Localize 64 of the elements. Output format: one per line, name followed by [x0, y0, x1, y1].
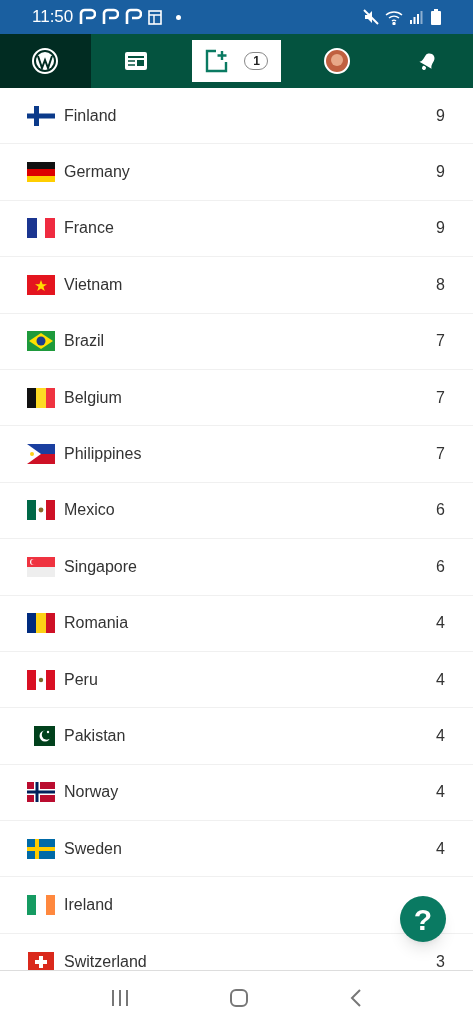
signal-icon — [409, 10, 423, 24]
country-name: Mexico — [64, 500, 115, 521]
country-name: Romania — [64, 613, 129, 634]
flag-icon — [27, 105, 55, 126]
home-button[interactable] — [229, 987, 250, 1008]
flag-icon — [27, 444, 55, 465]
view-count: 9 — [436, 218, 445, 239]
view-count: 4 — [436, 613, 445, 634]
reader-icon — [125, 52, 148, 70]
wifi-icon — [385, 9, 403, 25]
country-name: Belgium — [64, 387, 122, 408]
country-name: France — [64, 218, 114, 239]
view-count: 4 — [436, 838, 445, 859]
flag-icon — [27, 500, 55, 521]
mute-icon — [363, 9, 379, 25]
view-count: 4 — [436, 782, 445, 803]
wordpress-logo-icon — [32, 48, 59, 74]
tab[interactable]: 1 — [191, 40, 282, 82]
app-notification-icon — [102, 8, 120, 26]
app-notification-icon — [79, 8, 97, 26]
view-count: 7 — [436, 444, 445, 465]
battery-icon — [431, 9, 441, 25]
country-name: Germany — [64, 162, 130, 183]
flag-icon — [27, 895, 55, 916]
country-name: Pakistan — [64, 726, 126, 746]
country-name: Brazil — [64, 331, 104, 352]
tab[interactable] — [0, 34, 91, 88]
status-time: 11:50 — [32, 6, 74, 29]
flag-icon — [27, 556, 55, 577]
flag-icon — [27, 782, 55, 803]
flag-icon — [27, 274, 55, 295]
view-count: 7 — [436, 387, 445, 408]
help-button[interactable]: ? — [400, 896, 446, 942]
view-count: 9 — [436, 105, 445, 126]
flag-icon — [27, 331, 55, 352]
flag-icon — [27, 669, 55, 690]
flag-icon — [27, 387, 55, 408]
view-count: 6 — [436, 500, 445, 521]
flag-icon — [27, 613, 55, 634]
view-count: 4 — [436, 669, 445, 690]
country-name: Vietnam — [64, 274, 123, 295]
app-notification-icon — [125, 8, 143, 26]
view-count: 9 — [436, 162, 445, 183]
view-count: 3 — [436, 951, 445, 970]
country-name: Sweden — [64, 838, 122, 859]
view-count: 7 — [436, 331, 445, 352]
flag-icon — [27, 838, 55, 859]
back-button[interactable] — [349, 987, 364, 1008]
news-icon — [148, 9, 163, 25]
country-name: Finland — [64, 105, 117, 126]
avatar-icon — [323, 48, 350, 74]
new-post-icon — [204, 49, 229, 73]
recent-apps-button[interactable] — [109, 988, 130, 1007]
flag-icon — [27, 218, 55, 239]
country-name: Switzerland — [64, 951, 147, 970]
flag-icon — [27, 162, 55, 183]
view-count: 4 — [436, 726, 445, 746]
country-name: Philippines — [64, 444, 142, 465]
country-name: Ireland — [64, 895, 113, 916]
country-name: Singapore — [64, 556, 137, 577]
country-name: Peru — [64, 669, 98, 690]
country-name: Norway — [64, 782, 119, 803]
view-count: 6 — [436, 556, 445, 577]
view-count: 8 — [436, 274, 445, 295]
